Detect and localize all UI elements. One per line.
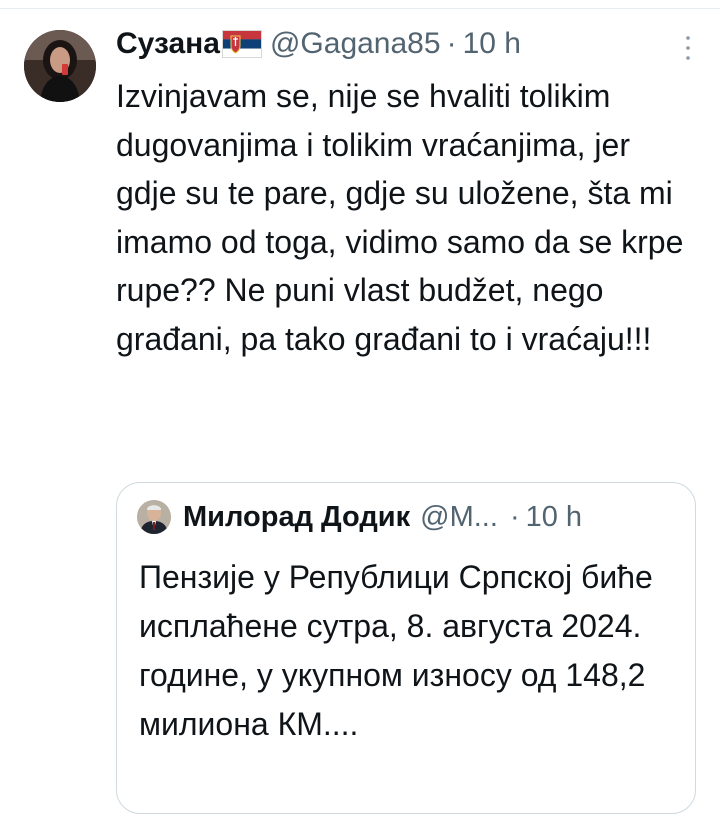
quoted-separator-dot: · <box>509 500 520 533</box>
tweet-header: Сузана @Gagana85 · 10 h <box>116 24 690 64</box>
quoted-profile-photo <box>137 500 171 534</box>
quoted-author-avatar[interactable] <box>137 500 171 534</box>
quoted-tweet-timestamp[interactable]: 10 h <box>526 501 582 534</box>
author-display-name[interactable]: Сузана <box>116 27 220 61</box>
author-handle[interactable]: @Gagana85 <box>270 27 441 61</box>
top-divider <box>0 0 720 9</box>
quoted-tweet-text: Пензије у Републици Српској биће исплаће… <box>139 559 653 742</box>
separator-dot: · <box>446 27 457 60</box>
tweet-timestamp[interactable]: 10 h <box>463 27 521 61</box>
quoted-tweet-header: Милорад Додик @M... · 10 h <box>183 497 677 537</box>
tweet-text: Izvinjavam se, nije se hvaliti tolikim d… <box>116 78 684 357</box>
profile-photo <box>24 30 96 102</box>
more-vertical-icon[interactable] <box>682 28 694 68</box>
avatar[interactable] <box>24 30 96 102</box>
serbia-flag-icon <box>221 30 262 58</box>
quoted-author-display-name[interactable]: Милорад Додик <box>183 501 410 534</box>
quoted-author-handle[interactable]: @M... <box>420 501 498 534</box>
quoted-tweet-card[interactable]: Милорад Додик @M... · 10 h Пензије у Реп… <box>116 482 696 814</box>
